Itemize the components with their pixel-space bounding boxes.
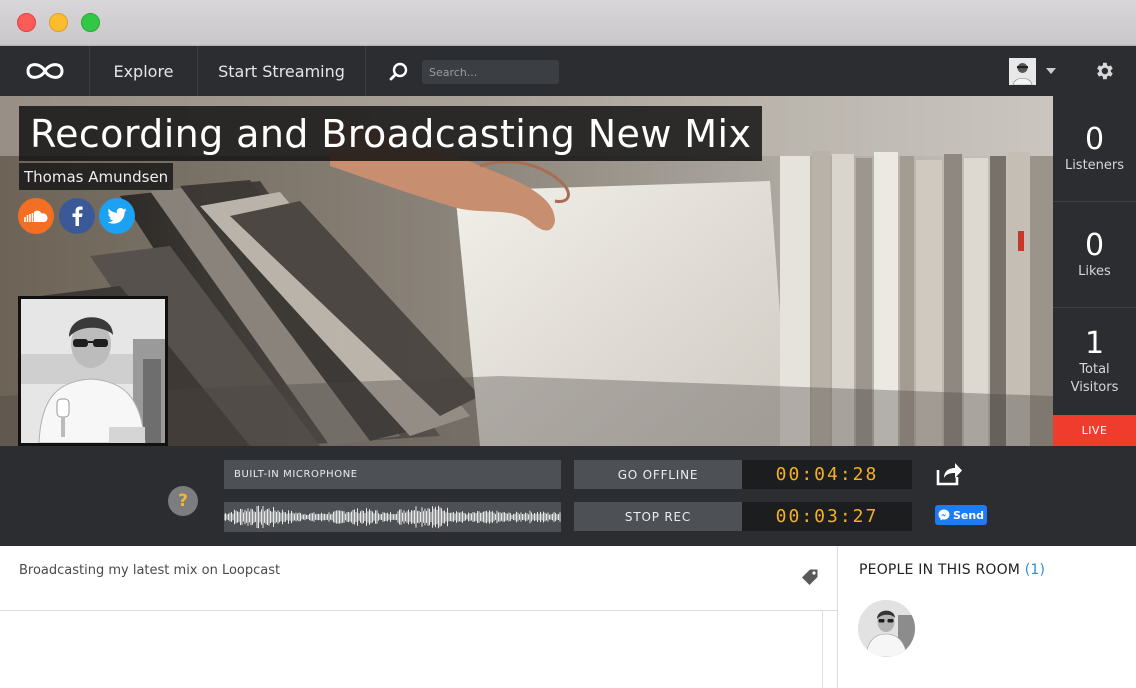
likes-label: Likes <box>1078 263 1111 279</box>
twitter-icon[interactable] <box>99 198 135 234</box>
live-badge: LIVE <box>1053 415 1136 446</box>
window-titlebar <box>0 0 1136 46</box>
likes-stat: 0 Likes <box>1053 202 1136 308</box>
description-divider <box>0 610 837 611</box>
chevron-down-icon[interactable] <box>1046 68 1056 74</box>
gear-icon[interactable] <box>1093 60 1115 82</box>
audio-waveform <box>223 502 561 532</box>
listeners-count: 0 <box>1084 121 1105 157</box>
recording-timer: 00:03:27 <box>742 502 912 531</box>
send-label: Send <box>952 508 985 522</box>
description-panel: Broadcasting my latest mix on Loopcast <box>0 546 837 688</box>
broadcast-title-box: Recording and Broadcasting New Mix <box>19 106 763 161</box>
soundcloud-icon[interactable] <box>18 198 54 234</box>
listeners-stat: 0 Listeners <box>1053 96 1136 202</box>
messenger-icon <box>938 509 950 521</box>
minimize-window-button[interactable] <box>49 13 68 32</box>
stop-rec-button[interactable]: STOP REC <box>574 502 742 531</box>
waveform-path <box>223 505 561 529</box>
share-icon[interactable] <box>935 461 963 487</box>
nav-start-streaming[interactable]: Start Streaming <box>198 46 366 96</box>
broadcast-description: Broadcasting my latest mix on Loopcast <box>19 563 281 578</box>
top-navbar: Explore Start Streaming <box>0 46 1136 96</box>
broadcast-author[interactable]: Thomas Amundsen <box>24 168 168 186</box>
people-in-room-panel: PEOPLE IN THIS ROOM (1) <box>837 546 1136 688</box>
search-input[interactable] <box>422 60 559 84</box>
host-photo[interactable] <box>18 296 168 446</box>
broadcast-title: Recording and Broadcasting New Mix <box>30 111 752 156</box>
nav-explore[interactable]: Explore <box>90 46 198 96</box>
facebook-icon[interactable] <box>59 198 95 234</box>
go-offline-button[interactable]: GO OFFLINE <box>574 460 742 489</box>
close-window-button[interactable] <box>17 13 36 32</box>
broadcast-hero: Recording and Broadcasting New Mix Thoma… <box>0 96 1053 446</box>
room-member-avatar[interactable] <box>858 600 915 657</box>
listeners-label: Listeners <box>1064 157 1125 173</box>
help-button[interactable]: ? <box>168 486 198 516</box>
people-in-room-label: PEOPLE IN THIS ROOM <box>859 562 1021 578</box>
input-source-select[interactable]: BUILT-IN MICROPHONE <box>224 460 561 489</box>
user-avatar[interactable] <box>1009 58 1036 85</box>
visitors-stat: 1 Total Visitors <box>1053 308 1136 415</box>
broadcast-author-box: Thomas Amundsen <box>19 163 174 190</box>
description-scrollbar[interactable] <box>822 611 823 688</box>
search-icon[interactable] <box>388 61 410 83</box>
stats-panel: 0 Listeners 0 Likes 1 Total Visitors <box>1053 96 1136 446</box>
broadcast-timer: 00:04:28 <box>742 460 912 489</box>
zoom-window-button[interactable] <box>81 13 100 32</box>
people-in-room-count: (1) <box>1024 562 1046 578</box>
visitors-label: Total Visitors <box>1070 361 1119 395</box>
broadcast-controls: ? BUILT-IN MICROPHONE GO OFFLINE 00:04:2… <box>0 446 1136 546</box>
people-in-room-title: PEOPLE IN THIS ROOM (1) <box>859 562 1045 578</box>
likes-count: 0 <box>1084 227 1105 263</box>
visitors-count: 1 <box>1084 325 1105 361</box>
loopcast-logo-icon[interactable] <box>0 46 90 96</box>
tag-icon[interactable] <box>801 568 819 586</box>
messenger-send-button[interactable]: Send <box>935 505 987 525</box>
